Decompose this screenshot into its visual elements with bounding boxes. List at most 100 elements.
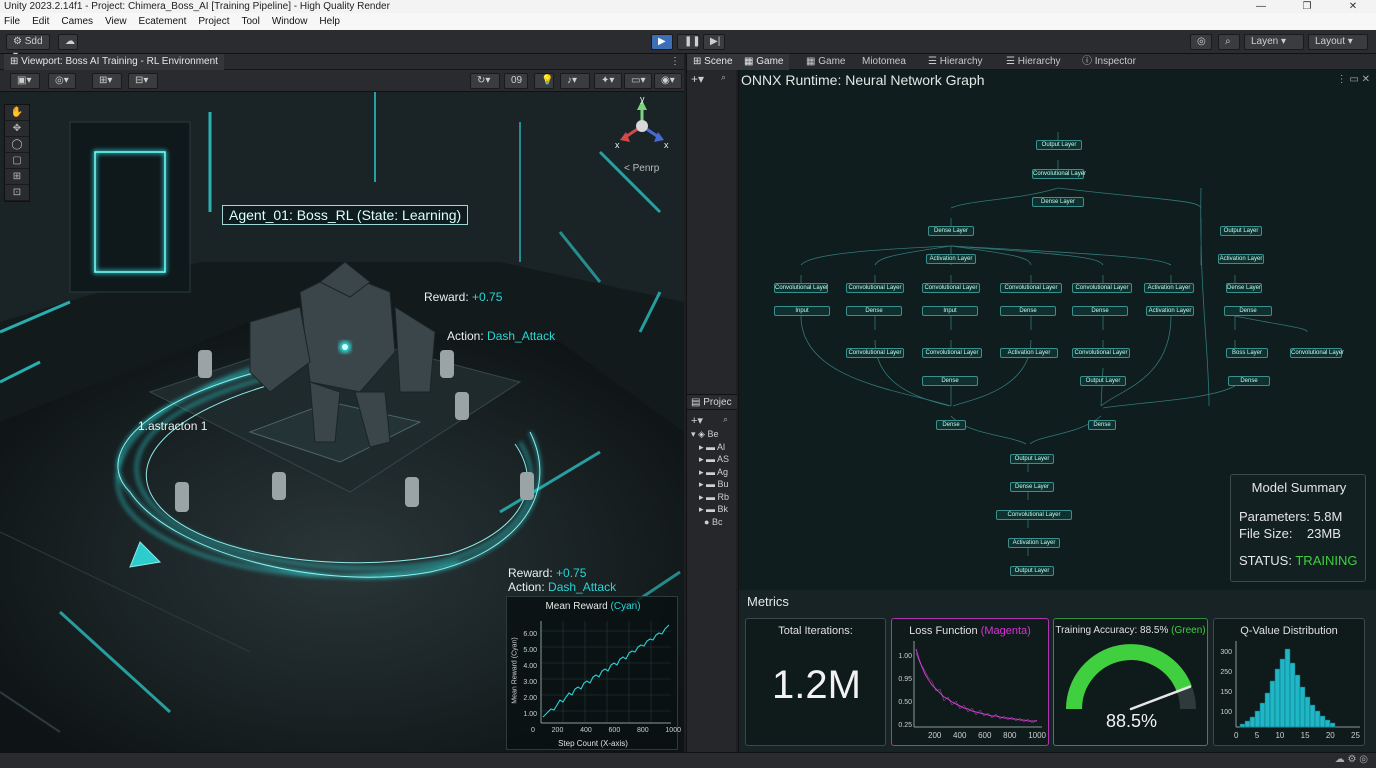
- menu-window[interactable]: Window: [272, 13, 308, 30]
- onnx-node[interactable]: Dense: [846, 306, 902, 316]
- onnx-node[interactable]: Activation Layer: [1000, 348, 1058, 358]
- onnx-node[interactable]: Convolutional Layer: [1000, 283, 1062, 293]
- tree-item[interactable]: ▸ ▬ Bu: [691, 478, 729, 491]
- lightbulb-icon[interactable]: 💡: [534, 73, 554, 89]
- onnx-node[interactable]: Dense: [1000, 306, 1056, 316]
- onnx-node[interactable]: Convolutional Layer: [922, 283, 980, 293]
- onnx-node[interactable]: Convolutional Layer: [1290, 348, 1344, 358]
- effects-dropdown[interactable]: ✦▾: [594, 73, 622, 89]
- onnx-node[interactable]: Output Layer: [1220, 226, 1262, 236]
- tree-item[interactable]: ▸ ▬ Ag: [691, 466, 729, 479]
- search-icon[interactable]: ⌕: [1218, 34, 1240, 50]
- scale-tool-icon[interactable]: ▢: [5, 153, 29, 169]
- onnx-node[interactable]: Dense: [922, 376, 978, 386]
- collab-icon[interactable]: ◎: [1190, 34, 1212, 50]
- rotate-dropdown[interactable]: ↻▾: [470, 73, 500, 89]
- scene-viewport[interactable]: ⊞ Viewport: Boss AI Training - RL Enviro…: [0, 54, 684, 752]
- layout-dropdown[interactable]: Layout ▾: [1308, 34, 1368, 50]
- play-button[interactable]: ▶: [651, 34, 673, 50]
- onnx-node[interactable]: Convolutional Layer: [1072, 283, 1132, 293]
- onnx-node[interactable]: Convolutional Layer: [846, 283, 904, 293]
- tree-item[interactable]: ▸ ▬ Bk: [691, 503, 729, 516]
- tab-scene[interactable]: ⊞ Scene: [687, 54, 739, 70]
- tab-viewport[interactable]: ⊞ Viewport: Boss AI Training - RL Enviro…: [4, 54, 224, 70]
- tab-inspector[interactable]: ⓘ Inspector: [1076, 54, 1142, 70]
- panel-menu-icon[interactable]: ⋮ ▭ ✕: [1337, 74, 1370, 85]
- onnx-node[interactable]: Input: [774, 306, 830, 316]
- rect-tool-icon[interactable]: ⊞: [5, 169, 29, 185]
- transform-tool-icon[interactable]: ⊡: [5, 185, 29, 201]
- tree-item[interactable]: ● Bc: [691, 516, 729, 529]
- onnx-node[interactable]: Dense: [1228, 376, 1270, 386]
- gizmos-dropdown[interactable]: ◉▾: [654, 73, 682, 89]
- menu-tool[interactable]: Tool: [241, 13, 259, 30]
- onnx-node[interactable]: Dense Layer: [1226, 283, 1262, 293]
- onnx-node[interactable]: Output Layer: [1010, 454, 1054, 464]
- tab-project[interactable]: ▤ Projec: [691, 397, 732, 408]
- render-mode-dropdown[interactable]: ◎▾: [48, 73, 76, 89]
- tab-game[interactable]: ▦ Game: [738, 54, 790, 70]
- menu-file[interactable]: File: [4, 13, 20, 30]
- audio-dropdown[interactable]: ♪▾: [560, 73, 590, 89]
- account-dropdown[interactable]: ⚙ Sdd ▾: [6, 34, 50, 61]
- project-add-icon[interactable]: +▾: [691, 414, 703, 427]
- minimize-button[interactable]: —: [1238, 0, 1284, 13]
- onnx-node[interactable]: Dense: [1224, 306, 1272, 316]
- snap-dropdown[interactable]: ⊟▾: [128, 73, 158, 89]
- status-icons[interactable]: ☁ ⚙ ◎: [1335, 754, 1368, 765]
- shading-dropdown[interactable]: ▣▾: [10, 73, 40, 89]
- onnx-node[interactable]: Convolutional Layer: [1072, 348, 1130, 358]
- axis-gizmo[interactable]: [612, 96, 672, 156]
- onnx-node[interactable]: Activation Layer: [926, 254, 976, 264]
- onnx-node[interactable]: Output Layer: [1010, 566, 1054, 576]
- onnx-node[interactable]: Output Layer: [1036, 140, 1082, 150]
- onnx-node[interactable]: Activation Layer: [1146, 306, 1194, 316]
- tree-item[interactable]: ▸ ▬ Rb: [691, 491, 729, 504]
- menu-help[interactable]: Help: [319, 13, 340, 30]
- menu-cames[interactable]: Cames: [61, 13, 93, 30]
- onnx-node[interactable]: Output Layer: [1080, 376, 1126, 386]
- cloud-icon[interactable]: ☁: [58, 34, 78, 50]
- rotate-tool-icon[interactable]: ◯: [5, 137, 29, 153]
- tab-hierarchy-2[interactable]: ☰ Hierarchy: [1000, 54, 1067, 70]
- camera-dropdown[interactable]: ▭▾: [624, 73, 652, 89]
- maximize-button[interactable]: ❐: [1284, 0, 1330, 13]
- project-search-icon[interactable]: ⌕: [723, 414, 728, 425]
- step-button[interactable]: ▶|: [703, 34, 725, 50]
- perspective-label[interactable]: < Penrp: [624, 163, 659, 174]
- onnx-node[interactable]: Input: [922, 306, 978, 316]
- onnx-node[interactable]: Dense: [1088, 420, 1116, 430]
- hand-tool-icon[interactable]: ✋: [5, 105, 29, 121]
- onnx-node[interactable]: Activation Layer: [1218, 254, 1264, 264]
- onnx-node[interactable]: Dense Layer: [1032, 197, 1084, 207]
- tree-item[interactable]: ▸ ▬ AS: [691, 453, 729, 466]
- search-icon[interactable]: ⌕: [721, 72, 726, 83]
- onnx-node[interactable]: Boss Layer: [1226, 348, 1268, 358]
- close-button[interactable]: ✕: [1330, 0, 1376, 13]
- menu-project[interactable]: Project: [198, 13, 229, 30]
- onnx-node[interactable]: Dense: [936, 420, 966, 430]
- onnx-node[interactable]: Convolutional Layer: [996, 510, 1072, 520]
- layers-dropdown[interactable]: Layen ▾: [1244, 34, 1304, 50]
- onnx-node[interactable]: Convolutional Layer: [1032, 169, 1086, 179]
- tree-item[interactable]: ▸ ▬ Al: [691, 441, 729, 454]
- pause-button[interactable]: ❚❚: [677, 34, 701, 50]
- onnx-node[interactable]: Dense Layer: [928, 226, 974, 236]
- menu-view[interactable]: View: [105, 13, 127, 30]
- add-icon[interactable]: +▾: [691, 72, 704, 86]
- onnx-node[interactable]: Activation Layer: [1144, 283, 1194, 293]
- tab-game-2[interactable]: ▦ Game: [800, 54, 851, 70]
- onnx-node[interactable]: Convolutional Layer: [922, 348, 982, 358]
- menu-edit[interactable]: Edit: [32, 13, 49, 30]
- onnx-node[interactable]: Dense: [1072, 306, 1128, 316]
- grid-dropdown[interactable]: ⊞▾: [92, 73, 122, 89]
- onnx-node[interactable]: Activation Layer: [1008, 538, 1060, 548]
- move-tool-icon[interactable]: ✥: [5, 121, 29, 137]
- menu-ecatement[interactable]: Ecatement: [139, 13, 187, 30]
- tab-hierarchy[interactable]: ☰ Hierarchy: [922, 54, 989, 70]
- tab-miotomea[interactable]: Miotomea: [856, 54, 912, 70]
- onnx-node[interactable]: Convolutional Layer: [774, 283, 828, 293]
- onnx-node[interactable]: Convolutional Layer: [846, 348, 904, 358]
- more-icon[interactable]: ⋮: [664, 54, 684, 70]
- onnx-node[interactable]: Dense Layer: [1010, 482, 1054, 492]
